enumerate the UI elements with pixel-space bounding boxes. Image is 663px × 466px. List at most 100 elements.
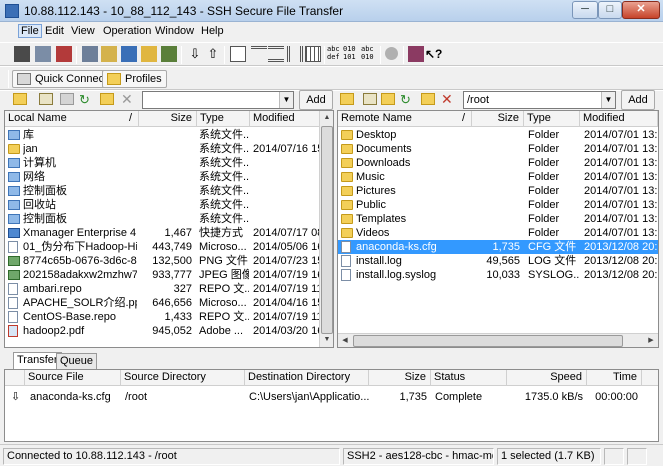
remote-file-row[interactable]: anaconda-ks.cfg 1,735 CFG 文件 2013/12/08 20:	[338, 240, 658, 254]
transfer-row[interactable]: ⇩ anaconda-ks.cfg /root C:\Users\jan\App…	[5, 390, 658, 404]
right-add-button[interactable]: Add	[621, 90, 655, 110]
local-file-row[interactable]: 回收站 系统文件...	[5, 198, 318, 212]
remote-horizontal-scrollbar[interactable]: ◀ ▶	[338, 333, 658, 347]
transfer-header-status[interactable]: Status	[431, 370, 507, 386]
paste-icon[interactable]	[101, 46, 117, 62]
remote-header-name[interactable]: Remote Name /	[338, 111, 472, 127]
transfer-header-dest-dir[interactable]: Destination Directory	[245, 370, 369, 386]
menu-view[interactable]: View	[71, 25, 95, 37]
print-icon[interactable]	[35, 46, 51, 62]
column-view-icon[interactable]	[305, 46, 321, 62]
local-file-pane[interactable]: Local Name / Size Type Modified 库系统文件...…	[4, 110, 334, 348]
left-path-dropdown-icon[interactable]: ▼	[279, 92, 293, 108]
local-file-row[interactable]: jan 系统文件... 2014/07/16 15	[5, 142, 319, 156]
left-add-button[interactable]: Add	[299, 90, 333, 110]
upload-icon[interactable]: ⇧	[205, 46, 221, 62]
remote-file-row[interactable]: Templates Folder 2014/07/01 13:	[338, 212, 658, 226]
profiles-button[interactable]: Profiles	[102, 70, 167, 88]
local-file-row[interactable]: 库 系统文件...	[5, 128, 318, 142]
quick-connect-button[interactable]: Quick Connect	[12, 70, 113, 88]
local-file-row[interactable]: 控制面板 系统文件...	[5, 184, 318, 198]
local-file-row[interactable]: CentOS-Base.repo 1,433 REPO 文... 2014/07/19…	[5, 310, 319, 324]
minimize-button[interactable]: ─	[572, 1, 598, 19]
close-button[interactable]: ✕	[622, 1, 660, 19]
menu-window[interactable]: Window	[155, 25, 194, 37]
list-view-icon[interactable]	[268, 46, 284, 62]
remote-header-modified[interactable]: Modified	[580, 111, 658, 127]
remote-file-pane[interactable]: Remote Name / Size Type Modified Desktop…	[337, 110, 659, 348]
transfer-header-source-file[interactable]: Source File	[25, 370, 121, 386]
local-header-size[interactable]: Size	[139, 111, 197, 127]
local-file-row[interactable]: 控制面板 系统文件...	[5, 212, 318, 226]
right-up-folder-icon[interactable]	[340, 93, 354, 105]
local-file-row[interactable]: 网络 系统文件...	[5, 170, 318, 184]
settings-icon[interactable]	[408, 46, 424, 62]
details-view-icon[interactable]	[287, 46, 303, 62]
remote-file-row[interactable]: Videos Folder 2014/07/01 13:	[338, 226, 658, 240]
ascii-mode-icon[interactable]: abc def	[327, 45, 343, 61]
left-new-folder-icon[interactable]	[60, 93, 74, 105]
tab-queue[interactable]: Queue	[56, 353, 98, 369]
remote-file-row[interactable]: install.log 49,565 LOG 文件 2013/12/08 20:	[338, 254, 658, 268]
right-path-input[interactable]: /root ▼	[463, 91, 616, 109]
remote-file-row[interactable]: Pictures Folder 2014/07/01 13:	[338, 184, 658, 198]
small-icons-icon[interactable]	[251, 46, 267, 62]
menu-help[interactable]: Help	[201, 25, 224, 37]
transfer-header-time[interactable]: Time	[587, 370, 642, 386]
transfer-list-pane[interactable]: Source File Source Directory Destination…	[4, 369, 659, 442]
transfer-header-size[interactable]: Size	[369, 370, 431, 386]
transfer-header-speed[interactable]: Speed	[507, 370, 587, 386]
menu-file[interactable]: File	[18, 24, 42, 38]
local-file-row[interactable]: Xmanager Enterprise 4 1,467 快捷方式 2014/07/17…	[5, 226, 319, 240]
new-folder-icon[interactable]	[141, 46, 157, 62]
local-scroll-thumb[interactable]	[321, 126, 333, 334]
menu-operation[interactable]: Operation	[103, 25, 151, 37]
remote-header-size[interactable]: Size	[472, 111, 524, 127]
right-path-dropdown-icon[interactable]: ▼	[601, 92, 615, 108]
remote-file-row[interactable]: Music Folder 2014/07/01 13:	[338, 170, 658, 184]
large-icons-icon[interactable]	[230, 46, 246, 62]
left-open-folder-icon[interactable]	[100, 93, 114, 105]
help-icon[interactable]: ↖?	[425, 46, 442, 62]
local-file-row[interactable]: hadoop2.pdf 945,052 Adobe ... 2014/03/20 16	[5, 324, 319, 338]
right-open-folder-icon[interactable]	[421, 93, 435, 105]
remote-file-row[interactable]: Documents Folder 2014/07/01 13:	[338, 142, 658, 156]
local-header-type[interactable]: Type	[197, 111, 250, 127]
left-path-input[interactable]: ▼	[142, 91, 294, 109]
menu-edit[interactable]: Edit	[45, 25, 64, 37]
transfer-header-source-dir[interactable]: Source Directory	[121, 370, 245, 386]
local-file-row[interactable]: 01_伪分布下Hadoop-Hiv... 443,749 Microso... 201…	[5, 240, 319, 254]
remote-file-row[interactable]: Public Folder 2014/07/01 13:	[338, 198, 658, 212]
local-file-row[interactable]: APACHE_SOLR介绍.pps 646,656 Microso... 2014/0…	[5, 296, 319, 310]
copy-icon[interactable]	[82, 46, 98, 62]
left-home-icon[interactable]	[39, 93, 53, 105]
remote-file-row[interactable]: Downloads Folder 2014/07/01 13:	[338, 156, 658, 170]
local-header-modified[interactable]: Modified	[250, 111, 320, 127]
local-scroll-up-icon[interactable]: ▲	[320, 111, 333, 125]
remote-scroll-left-icon[interactable]: ◀	[338, 334, 352, 347]
new-connection-icon[interactable]	[56, 46, 72, 62]
remote-scroll-right-icon[interactable]: ▶	[644, 334, 658, 347]
local-file-row[interactable]: 202158adakxw2mzhw7... 933,777 JPEG 图像 2014/…	[5, 268, 319, 282]
binary-mode-icon[interactable]: 010 101	[343, 45, 359, 61]
right-new-folder-icon[interactable]	[381, 93, 395, 105]
local-file-row[interactable]: 8774c65b-0676-3d6c-8... 132,500 PNG 文件 2014…	[5, 254, 319, 268]
download-icon[interactable]: ⇩	[187, 46, 203, 62]
remote-file-row[interactable]: install.log.syslog 10,033 SYSLOG... 2013/12…	[338, 268, 658, 282]
right-refresh-icon[interactable]: ↻	[400, 93, 416, 109]
properties-icon[interactable]	[161, 46, 177, 62]
remote-file-row[interactable]: Desktop Folder 2014/07/01 13:	[338, 128, 658, 142]
remote-header-type[interactable]: Type	[524, 111, 580, 127]
tab-transfer[interactable]: Transfer	[13, 352, 62, 369]
local-file-row[interactable]: 计算机 系统文件...	[5, 156, 318, 170]
stop-icon[interactable]	[385, 47, 398, 60]
local-vertical-scrollbar[interactable]: ▲ ▼	[319, 111, 333, 347]
local-header-name[interactable]: Local Name /	[5, 111, 139, 127]
remote-scroll-thumb[interactable]	[353, 335, 623, 347]
left-delete-icon[interactable]: ✕	[121, 92, 137, 108]
local-scroll-down-icon[interactable]: ▼	[320, 333, 333, 347]
save-icon[interactable]	[14, 46, 30, 62]
right-delete-icon[interactable]: ✕	[441, 92, 457, 108]
auto-mode-icon[interactable]: abc 010	[361, 45, 377, 61]
left-up-folder-icon[interactable]	[13, 93, 27, 105]
